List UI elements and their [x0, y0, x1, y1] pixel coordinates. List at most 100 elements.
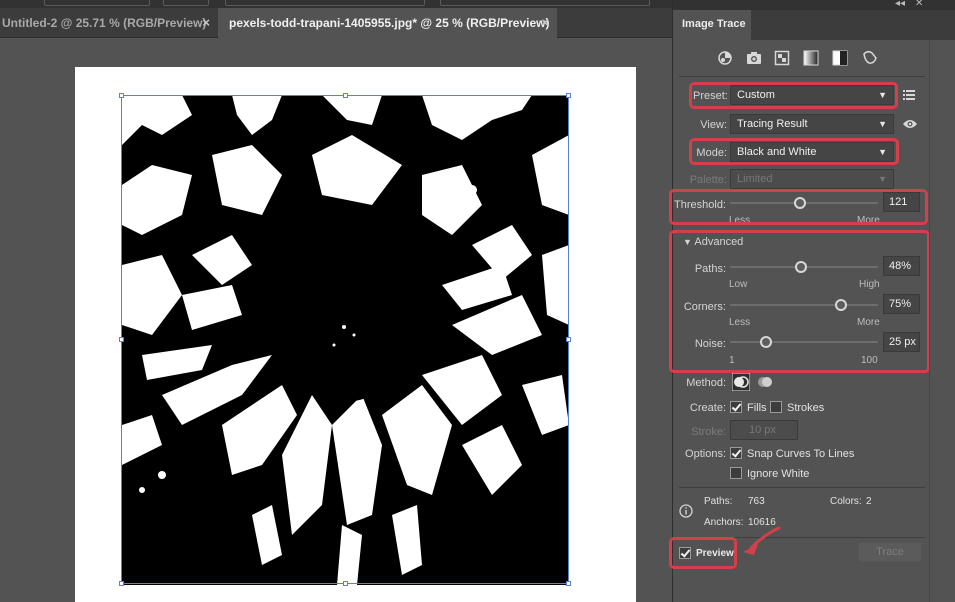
manage-presets-icon[interactable]: [902, 88, 916, 102]
close-tab-icon[interactable]: ×: [541, 8, 549, 38]
stroke-width-value: 10 px: [749, 424, 776, 436]
noise-min-label: 1: [729, 355, 735, 366]
selection-handle[interactable]: [119, 337, 124, 342]
selection-handle[interactable]: [119, 581, 124, 586]
selection-handle[interactable]: [343, 93, 348, 98]
close-panel-icon[interactable]: ✕: [915, 0, 923, 9]
overlapping-method-icon[interactable]: [756, 373, 774, 391]
method-label: Method:: [686, 377, 726, 389]
panel-header-strip: ◂◂ ✕: [673, 0, 955, 10]
selection-handle[interactable]: [566, 581, 571, 586]
corners-slider[interactable]: [730, 299, 878, 311]
grayscale-icon[interactable]: [803, 50, 819, 66]
selection-handle[interactable]: [119, 93, 124, 98]
selection-bounding-box: [119, 93, 571, 586]
noise-label: Noise:: [694, 338, 726, 350]
paths-max-label: High: [859, 279, 880, 290]
chevron-down-icon: ▼: [878, 90, 887, 100]
palette-dropdown: Limited ▼: [730, 169, 894, 189]
anchors-count-label: Anchors:: [704, 517, 744, 528]
slider-track: [730, 304, 878, 306]
noise-slider-knob[interactable]: [759, 336, 772, 348]
advanced-toggle[interactable]: ▼ Advanced: [683, 236, 743, 248]
camera-icon[interactable]: [746, 50, 762, 66]
eye-icon[interactable]: [902, 119, 918, 129]
fills-label: Fills: [747, 402, 767, 414]
toolbar-control[interactable]: [440, 0, 650, 6]
selection-handle[interactable]: [343, 581, 348, 586]
paths-label: Paths:: [694, 263, 726, 275]
panel-body: Preset: Custom ▼ View: Tracing Result ▼ Mo…: [669, 40, 930, 602]
noise-slider[interactable]: [730, 336, 878, 348]
advanced-label: Advanced: [694, 236, 744, 248]
close-tab-icon[interactable]: ×: [202, 8, 210, 38]
create-label: Create:: [689, 402, 726, 414]
paths-slider-knob[interactable]: [795, 261, 808, 273]
paths-input[interactable]: 48%: [883, 256, 920, 276]
noise-max-label: 100: [861, 355, 878, 366]
paths-count-value: 763: [748, 496, 765, 507]
low-color-icon[interactable]: [774, 50, 790, 66]
toolbar-control[interactable]: [44, 0, 150, 6]
info-icon: [679, 504, 693, 518]
selection-handle[interactable]: [566, 93, 571, 98]
toolbar-control[interactable]: [163, 0, 209, 6]
divider: [679, 76, 925, 77]
palette-label: Palette:: [689, 174, 727, 186]
abutting-method-icon[interactable]: [732, 373, 750, 391]
threshold-slider-knob[interactable]: [794, 197, 807, 209]
document-tab-bar: Untitled-2 @ 25.71 % (RGB/Preview) × pex…: [0, 8, 672, 38]
view-label: View:: [700, 119, 727, 131]
corners-slider-knob[interactable]: [835, 299, 847, 311]
palette-value: Limited: [737, 173, 773, 185]
ignore-white-checkbox[interactable]: [730, 467, 742, 479]
tab-label: Untitled-2 @ 25.71 % (RGB/Preview): [2, 16, 207, 30]
corners-min-label: Less: [729, 317, 751, 328]
preset-dropdown[interactable]: Custom ▼: [730, 85, 894, 105]
colors-count-value: 2: [866, 496, 872, 507]
preset-label: Preset:: [693, 90, 728, 102]
arrow-annotation-icon: [743, 526, 781, 555]
tab-label: pexels-todd-trapani-1405955.jpg* @ 25 % …: [229, 16, 550, 30]
black-white-icon[interactable]: [832, 50, 848, 66]
paths-min-label: Low: [729, 279, 748, 290]
corners-input[interactable]: 75%: [883, 294, 920, 314]
corners-max-label: More: [857, 317, 880, 328]
collapse-panel-icon[interactable]: ◂◂: [895, 0, 905, 9]
mode-value: Black and White: [737, 146, 817, 158]
preview-checkbox[interactable]: [679, 547, 691, 559]
tab-pexels-image[interactable]: pexels-todd-trapani-1405955.jpg* @ 25 % …: [218, 8, 557, 38]
document-canvas[interactable]: [0, 39, 672, 602]
selection-handle[interactable]: [566, 337, 571, 342]
options-label: Options:: [685, 448, 726, 460]
stroke-label: Stroke:: [691, 426, 726, 438]
preset-value: Custom: [737, 89, 775, 101]
panel-scrollbar[interactable]: [929, 40, 955, 602]
fills-checkbox[interactable]: [730, 401, 742, 413]
mode-dropdown[interactable]: Black and White ▼: [730, 142, 894, 162]
divider: [679, 487, 925, 488]
noise-input[interactable]: 25 px: [883, 332, 920, 352]
toolbar-control[interactable]: [225, 0, 425, 6]
snap-curves-checkbox[interactable]: [730, 447, 742, 459]
outline-icon[interactable]: [862, 50, 878, 66]
threshold-slider[interactable]: [730, 197, 878, 209]
view-value: Tracing Result: [737, 118, 808, 130]
chevron-down-icon: ▼: [878, 174, 887, 184]
chevron-down-icon: ▼: [878, 147, 887, 157]
auto-color-icon[interactable]: [717, 50, 733, 66]
image-trace-panel: ◂◂ ✕ Image Trace Preset: Custom ▼ View: T…: [669, 0, 955, 602]
ignore-white-label: Ignore White: [747, 468, 810, 480]
strokes-checkbox[interactable]: [770, 401, 782, 413]
panel-tab-bar: Image Trace: [673, 10, 955, 40]
trace-button[interactable]: Trace: [858, 542, 922, 562]
triangle-down-icon: ▼: [683, 237, 692, 247]
tab-untitled-2[interactable]: Untitled-2 @ 25.71 % (RGB/Preview) ×: [0, 8, 218, 38]
view-dropdown[interactable]: Tracing Result ▼: [730, 114, 894, 134]
tab-image-trace[interactable]: Image Trace: [673, 10, 751, 40]
preview-label: Preview: [696, 548, 734, 559]
divider: [679, 537, 925, 538]
threshold-input[interactable]: 121: [883, 192, 920, 212]
paths-slider[interactable]: [730, 261, 878, 273]
strokes-label: Strokes: [787, 402, 825, 414]
